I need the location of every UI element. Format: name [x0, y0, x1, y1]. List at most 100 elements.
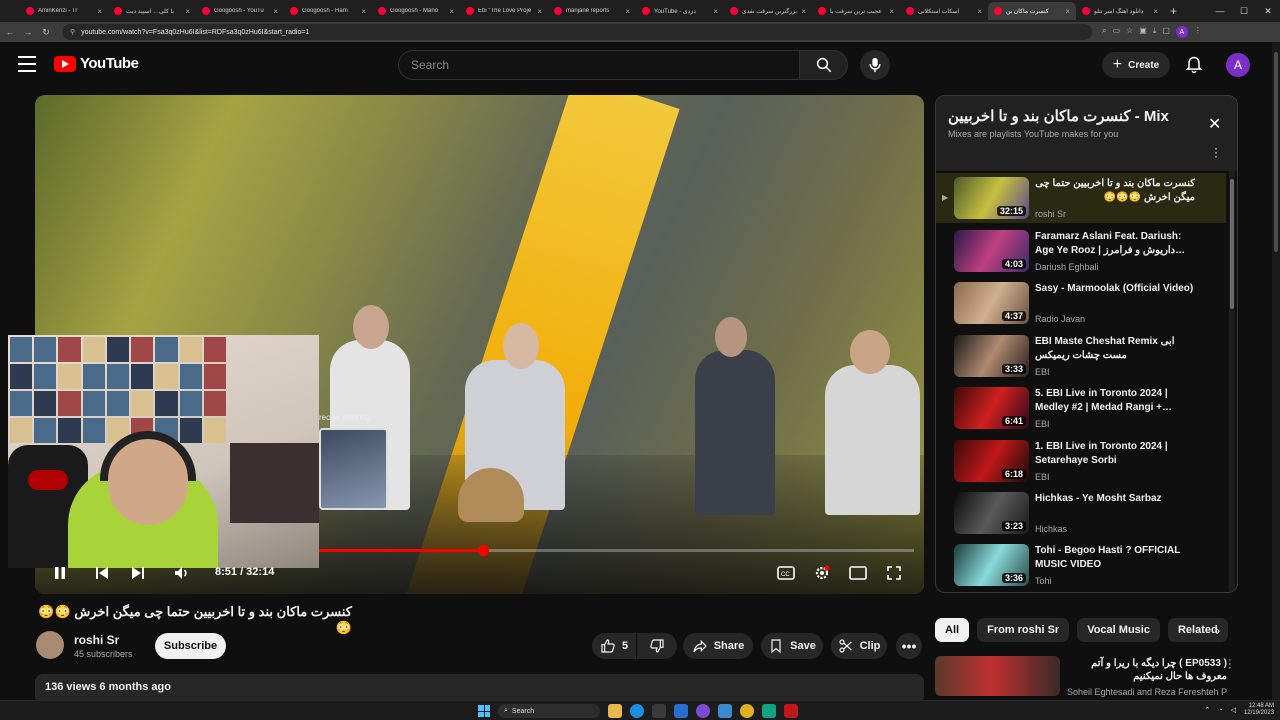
bookmark-star-icon[interactable]: ☆ [1126, 26, 1133, 38]
reload-icon[interactable]: ↻ [38, 27, 54, 38]
fullscreen-button[interactable] [884, 563, 904, 583]
extension-icon[interactable]: ▣ [1139, 26, 1147, 38]
captions-button[interactable]: CC [776, 563, 796, 583]
browser-tab[interactable]: اسکات استکلاتی × [900, 2, 988, 20]
search-input[interactable]: Search [398, 50, 800, 80]
download-icon[interactable]: ⤓ [1153, 26, 1157, 38]
volume-button[interactable] [172, 563, 192, 583]
zoom-icon[interactable]: ⌕ [1102, 26, 1106, 38]
network-icon[interactable]: ◔ [1218, 707, 1222, 714]
cast-icon[interactable]: ▭ [1112, 26, 1120, 38]
browser-tab-active[interactable]: کنسرت ماکان بن × [988, 2, 1076, 20]
close-icon[interactable]: × [361, 7, 366, 16]
window-close-icon[interactable]: ✕ [1256, 0, 1280, 22]
browser-tab[interactable]: Googoosh - YouTu × [196, 2, 284, 20]
save-button[interactable]: Save [761, 633, 823, 659]
browser-menu-icon[interactable]: ⋮ [1194, 26, 1202, 38]
browser-tab[interactable]: YouTube - دزدی × [636, 2, 724, 20]
browser-tab[interactable]: دانلود آهنگ امیر تتلو × [1076, 2, 1164, 20]
more-vertical-icon[interactable]: · · · [1228, 655, 1232, 674]
browser-tab[interactable]: Googoosh - Ham × [284, 2, 372, 20]
close-icon[interactable]: × [185, 7, 190, 16]
dislike-button[interactable] [637, 633, 677, 659]
speaker-icon[interactable]: ◁ [1231, 706, 1236, 714]
back-icon[interactable]: ← [2, 27, 18, 37]
chevron-right-icon[interactable]: › [1208, 620, 1228, 640]
close-icon[interactable]: × [977, 7, 982, 16]
theater-mode-button[interactable] [848, 563, 868, 583]
search-button[interactable] [800, 50, 848, 80]
close-icon[interactable]: ✕ [1208, 114, 1221, 134]
close-icon[interactable]: × [273, 7, 278, 16]
url-field[interactable]: ⚲ youtube.com/watch?v=Fsa3q0zHu6I&list=R… [62, 24, 1092, 40]
playlist-item[interactable]: 3:36 Tohi - Begoo Hasti ? OFFICIAL MUSIC… [936, 540, 1226, 590]
playlist-item[interactable]: 4:03 Faramarz Aslani Feat. Dariush: Age … [936, 226, 1226, 276]
profile-avatar[interactable]: A [1175, 26, 1188, 38]
page-scrollbar-thumb[interactable] [1274, 52, 1278, 252]
browser-tab[interactable]: عجیب ترین سرقت با × [812, 2, 900, 20]
chip-all[interactable]: All [935, 618, 970, 642]
previous-button[interactable] [92, 563, 112, 583]
browser-tab[interactable]: AminKenzi - Tr × [20, 2, 108, 20]
chrome-icon[interactable] [740, 704, 754, 718]
mix-title[interactable]: کنسرت ماکان بند و تا اخربیین - Mix [948, 107, 1198, 125]
share-button[interactable]: Share [683, 633, 753, 659]
chevron-up-icon[interactable]: ⌃ [1204, 706, 1210, 714]
windows-start-icon[interactable] [478, 705, 490, 717]
clip-button[interactable]: Clip [831, 633, 887, 659]
playlist-item[interactable]: 3:33 EBI Maste Cheshat Remix ابی مست چشا… [936, 331, 1226, 381]
playlist-item[interactable]: 3:23 Hichkas - Ye Mosht Sarbaz Hichkas [936, 488, 1226, 538]
page-scrollbar[interactable] [1272, 42, 1280, 700]
more-actions-button[interactable]: ••• [896, 633, 922, 659]
forward-icon[interactable]: → [20, 27, 36, 37]
create-button[interactable]: + Create [1102, 52, 1170, 78]
vscode-icon[interactable] [674, 704, 688, 718]
tab-search-icon[interactable]: ▢ [1162, 26, 1170, 38]
clock[interactable]: 12:48 AM 12/19/2023 [1244, 703, 1274, 717]
close-icon[interactable]: × [625, 7, 630, 16]
close-icon[interactable]: × [1153, 7, 1158, 16]
app-icon[interactable] [784, 704, 798, 718]
new-tab-icon[interactable]: + [1170, 4, 1177, 18]
chip-vocal-music[interactable]: Vocal Music [1077, 618, 1160, 642]
browser-tab[interactable]: Googoosh - Mano × [372, 2, 460, 20]
hamburger-menu-icon[interactable] [18, 56, 36, 72]
file-explorer-icon[interactable] [608, 704, 622, 718]
next-button[interactable] [128, 563, 148, 583]
chip-from-channel[interactable]: From roshi Sr [977, 618, 1070, 642]
playlist-item-current[interactable]: ▶ 32:15 کنسرت ماکان بند و تا اخربیین حتم… [936, 173, 1226, 223]
taskbar-search[interactable]: ⌕ Search [498, 704, 600, 718]
app-icon[interactable] [762, 704, 776, 718]
like-button[interactable]: 5 [592, 633, 636, 659]
more-vertical-icon[interactable]: · · · [1214, 142, 1218, 162]
browser-tab[interactable]: manjane reports × [548, 2, 636, 20]
playlist-item[interactable]: 4:37 Sasy - Marmoolak (Official Video) R… [936, 278, 1226, 328]
close-icon[interactable]: × [889, 7, 894, 16]
notifications-bell-icon[interactable] [1184, 55, 1204, 75]
discord-icon[interactable] [696, 704, 710, 718]
playlist-item[interactable]: 6:41 5. EBI Live in Toronto 2024 | Medle… [936, 383, 1226, 433]
account-avatar[interactable]: A [1226, 53, 1250, 77]
playlist-scrollbar[interactable] [1229, 171, 1235, 592]
browser-tab[interactable]: Ebi "The Love Proje × [460, 2, 548, 20]
voice-search-button[interactable] [860, 50, 890, 80]
channel-avatar[interactable] [36, 631, 64, 659]
recommended-video[interactable]: ( EP0533 ) چرا دیگه با ریرا و آتم معروف … [935, 656, 1235, 697]
progress-scrubber[interactable] [477, 545, 489, 556]
close-icon[interactable]: × [97, 7, 102, 16]
settings-button[interactable] [812, 563, 832, 583]
close-icon[interactable]: × [1065, 7, 1070, 16]
youtube-logo[interactable]: YouTube [54, 55, 139, 72]
minimize-icon[interactable]: — [1208, 0, 1232, 22]
browser-tab[interactable]: بزرگترین سرقت نقدی × [724, 2, 812, 20]
maximize-icon[interactable]: ☐ [1232, 0, 1256, 22]
playlist-scrollbar-thumb[interactable] [1230, 179, 1234, 309]
site-info-icon[interactable]: ⚲ [70, 28, 75, 36]
channel-name[interactable]: roshi Sr [74, 633, 119, 647]
store-icon[interactable] [652, 704, 666, 718]
subscribe-button[interactable]: Subscribe [155, 633, 226, 659]
progress-bar[interactable] [319, 545, 914, 556]
playlist-item[interactable]: 6:18 1. EBI Live in Toronto 2024 | Setar… [936, 436, 1226, 486]
pause-button[interactable] [50, 563, 70, 583]
app-icon[interactable] [718, 704, 732, 718]
